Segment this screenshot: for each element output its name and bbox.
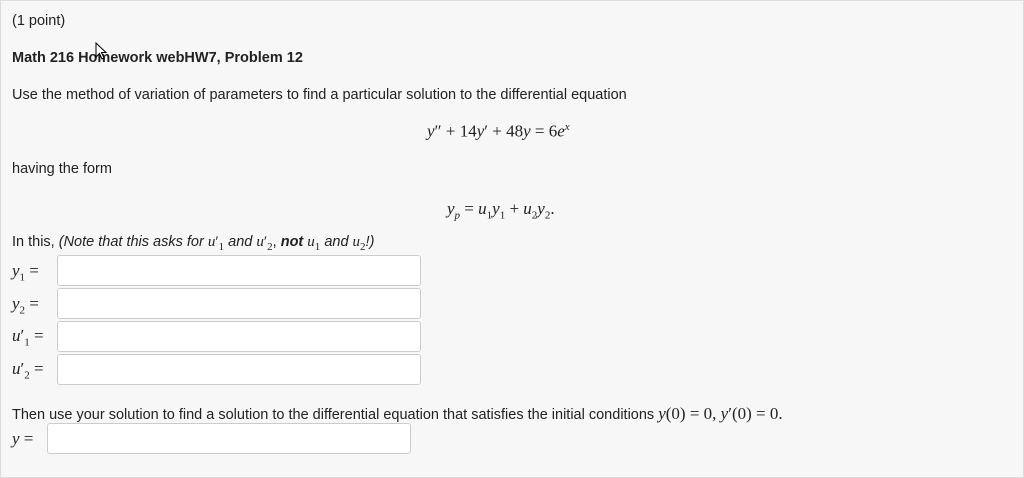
- followup-text: Then use your solution to find a solutio…: [12, 407, 659, 423]
- problem-title: Math 216 Homework webHW7, Problem 12: [12, 50, 303, 66]
- y-label: y =: [12, 429, 34, 448]
- note-and1: and: [224, 234, 257, 250]
- note-part1: (Note that this asks for: [58, 234, 208, 250]
- note-line: In this, (Note that this asks for u′1 an…: [12, 234, 375, 253]
- y1-label: y1 =: [12, 261, 39, 284]
- u1p-input[interactable]: [57, 321, 421, 352]
- mouse-cursor-icon: [95, 42, 108, 60]
- having-form-text: having the form: [12, 161, 112, 177]
- form-equation: yp = u1y1 + u2y2.: [447, 199, 555, 222]
- y2-label: y2 =: [12, 294, 39, 317]
- note-not: not: [276, 234, 308, 250]
- u2p-input[interactable]: [57, 354, 421, 385]
- initial-conditions: y(0) = 0, y′(0) = 0.: [658, 404, 783, 423]
- u2p-label: u′2 =: [12, 359, 44, 382]
- u1p-label: u′1 =: [12, 326, 44, 349]
- instruction-text: Use the method of variation of parameter…: [12, 87, 627, 103]
- y1-input[interactable]: [57, 255, 421, 286]
- note-intro: In this,: [12, 234, 59, 250]
- note-end: !): [365, 234, 375, 250]
- ode-equation: y″ + 14y′ + 48y = 6ex: [427, 121, 570, 141]
- note-and2: and: [320, 234, 353, 250]
- points-label: (1 point): [12, 13, 66, 29]
- problem-panel: (1 point) Math 216 Homework webHW7, Prob…: [0, 0, 1024, 478]
- followup-line: Then use your solution to find a solutio…: [12, 404, 783, 424]
- y-input[interactable]: [47, 423, 411, 454]
- y2-input[interactable]: [57, 288, 421, 319]
